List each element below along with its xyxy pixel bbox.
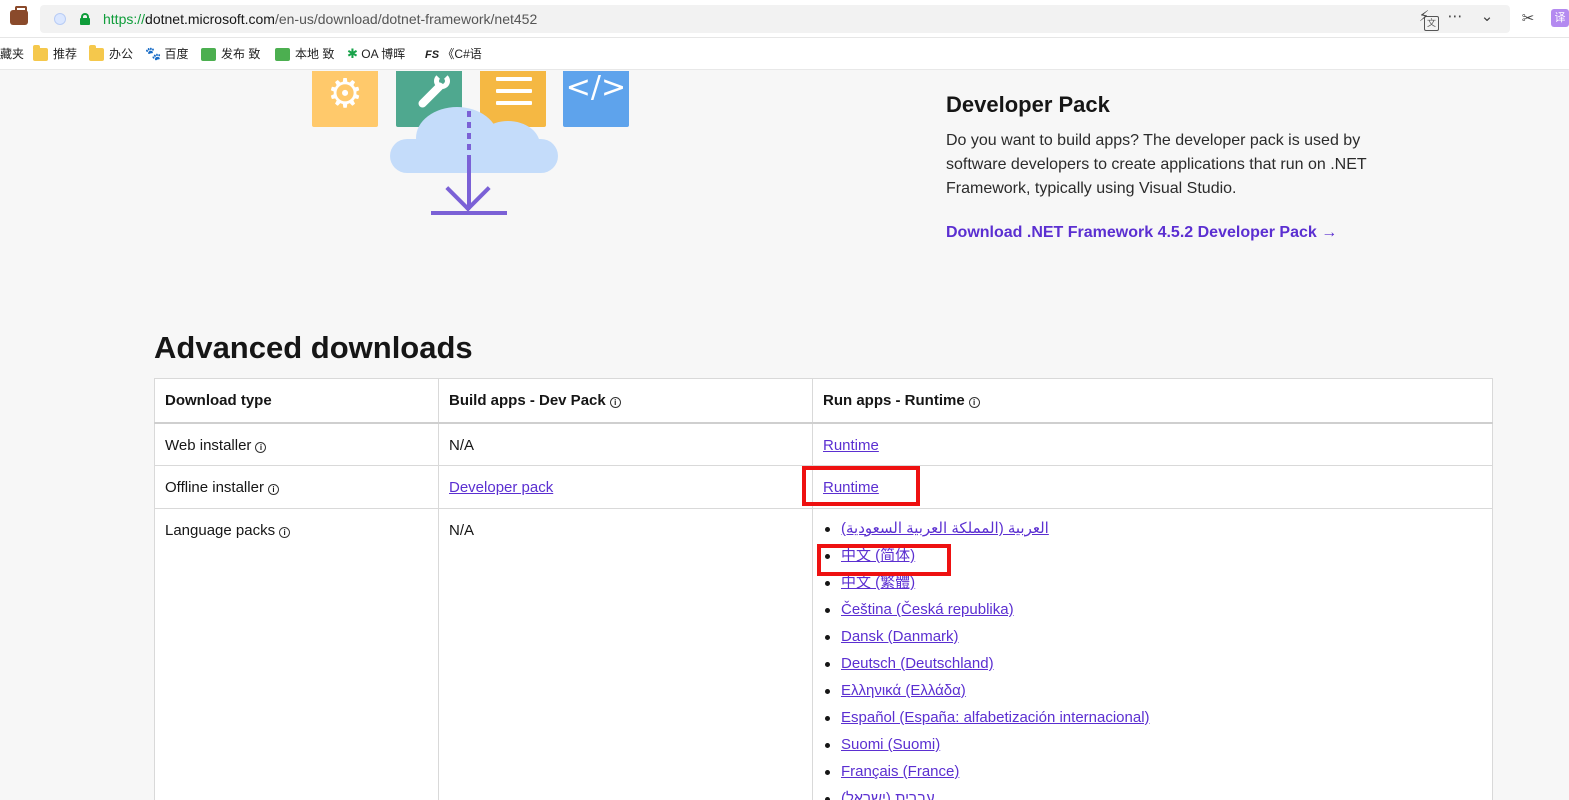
language-link-czech[interactable]: Čeština (Česká republika) bbox=[841, 601, 1014, 618]
row-web-installer-runtime: Runtime bbox=[812, 422, 1493, 466]
list-item: Français (France) bbox=[825, 762, 1482, 789]
list-item: العربية (المملكة العربية السعودية) bbox=[825, 519, 1482, 546]
header-dev-pack: Build apps - Dev Pack i bbox=[438, 378, 813, 424]
row-language-packs-runtime: العربية (المملكة العربية السعودية) 中文 (简… bbox=[812, 508, 1493, 800]
language-link-greek[interactable]: Ελληνικά (Ελλάδα) bbox=[841, 682, 966, 699]
row-offline-installer-runtime: Runtime bbox=[812, 465, 1493, 509]
list-item: 中文 (繁體) bbox=[825, 573, 1482, 600]
row-web-installer-dev: N/A bbox=[438, 422, 813, 466]
offline-runtime-link[interactable]: Runtime bbox=[823, 479, 879, 496]
lightning-icon[interactable]: ⚡ bbox=[1413, 6, 1435, 28]
list-item: Čeština (Česká republika) bbox=[825, 600, 1482, 627]
chevron-down-icon[interactable]: ⌄ bbox=[1476, 6, 1498, 28]
bookmark-office[interactable]: 办公 bbox=[89, 45, 133, 62]
gear-icon: ⚙ bbox=[327, 72, 363, 116]
download-arrow-icon bbox=[445, 166, 491, 212]
bookmark-csharp[interactable]: FS 《C#语 bbox=[425, 46, 482, 63]
language-link-spanish[interactable]: Español (España: alfabetización internac… bbox=[841, 709, 1150, 726]
folder-icon bbox=[33, 45, 48, 61]
language-link-finnish[interactable]: Suomi (Suomi) bbox=[841, 736, 940, 753]
web-installer-runtime-link[interactable]: Runtime bbox=[823, 437, 879, 454]
language-link-danish[interactable]: Dansk (Danmark) bbox=[841, 628, 959, 645]
row-offline-installer-type: Offline installer i bbox=[154, 465, 439, 509]
code-icon: </> bbox=[565, 71, 627, 105]
language-pack-list: العربية (المملكة العربية السعودية) 中文 (简… bbox=[823, 519, 1482, 800]
briefcase-icon[interactable] bbox=[10, 6, 28, 25]
developer-pack-section: Developer Pack Do you want to build apps… bbox=[946, 91, 1386, 245]
green-page-icon bbox=[201, 48, 216, 61]
language-link-hebrew[interactable]: עברית (ישראל) bbox=[841, 790, 935, 800]
bookmark-local[interactable]: 本地 致 bbox=[275, 46, 334, 62]
language-link-german[interactable]: Deutsch (Deutschland) bbox=[841, 655, 994, 672]
url-scheme: https:// bbox=[103, 11, 146, 27]
advanced-downloads-table: Download type Build apps - Dev Pack i Run… bbox=[154, 378, 1493, 800]
row-offline-installer-dev: Developer pack bbox=[438, 465, 813, 509]
developer-pack-description: Do you want to build apps? The developer… bbox=[946, 132, 1367, 197]
row-language-packs-type: Language packs i bbox=[154, 508, 439, 800]
list-item: Deutsch (Deutschland) bbox=[825, 654, 1482, 681]
info-icon[interactable]: i bbox=[255, 441, 267, 453]
list-item: עברית (ישראל) bbox=[825, 789, 1482, 800]
table-header-row: Download type Build apps - Dev Pack i Run… bbox=[154, 378, 1493, 424]
developer-pack-title: Developer Pack bbox=[946, 92, 1110, 117]
address-bar[interactable]: https://dotnet.microsoft.com/en-us/downl… bbox=[40, 5, 1510, 33]
language-link-chinese-simplified[interactable]: 中文 (简体) bbox=[841, 547, 915, 564]
language-link-chinese-traditional[interactable]: 中文 (繁體) bbox=[841, 574, 915, 591]
oa-icon: ✱ bbox=[347, 46, 358, 61]
baidu-paw-icon: 🐾 bbox=[145, 46, 162, 61]
list-item: Español (España: alfabetización internac… bbox=[825, 708, 1482, 735]
url-host: dotnet.microsoft.com bbox=[145, 11, 275, 27]
table-row: Language packs i N/A العربية (المملكة الع… bbox=[154, 508, 1493, 800]
site-info-icon[interactable] bbox=[54, 13, 66, 25]
more-icon[interactable]: ⋯ bbox=[1444, 6, 1466, 28]
info-icon[interactable]: i bbox=[279, 527, 291, 538]
lock-icon bbox=[80, 13, 90, 25]
list-item: Dansk (Danmark) bbox=[825, 627, 1482, 654]
table-row: Offline installer i Developer pack Runtim… bbox=[154, 465, 1493, 509]
info-icon[interactable]: i bbox=[267, 484, 279, 495]
bookmarks-bar: 藏夹 推荐 办公 🐾 百度 发布 致 本地 致 ✱ OA 博晖 FS 《C#语 bbox=[0, 38, 1569, 70]
bookmark-publish[interactable]: 发布 致 bbox=[201, 46, 260, 62]
browser-toolbar: https://dotnet.microsoft.com/en-us/downl… bbox=[0, 0, 1569, 38]
folder-icon bbox=[89, 45, 104, 61]
url-text[interactable]: https://dotnet.microsoft.com/en-us/downl… bbox=[103, 11, 537, 27]
bookmark-baidu[interactable]: 🐾 百度 bbox=[145, 46, 189, 62]
row-language-packs-dev: N/A bbox=[438, 508, 813, 800]
advanced-downloads-title: Advanced downloads bbox=[154, 330, 473, 365]
download-tray-line bbox=[431, 211, 507, 215]
info-icon[interactable]: i bbox=[968, 396, 980, 408]
developer-pack-illustration: ⚙ </> bbox=[300, 71, 640, 231]
cloud-icon bbox=[390, 101, 558, 173]
offline-developer-pack-link[interactable]: Developer pack bbox=[449, 479, 553, 496]
fs-icon: FS bbox=[425, 49, 440, 61]
url-path: /en-us/download/dotnet-framework/net452 bbox=[274, 11, 538, 27]
scissors-icon[interactable]: ✂ bbox=[1517, 8, 1539, 30]
list-item: 中文 (简体) bbox=[825, 546, 1482, 573]
table-row: Web installer i N/A Runtime bbox=[154, 422, 1493, 466]
header-download-type: Download type bbox=[154, 378, 439, 424]
list-item: Suomi (Suomi) bbox=[825, 735, 1482, 762]
row-web-installer-type: Web installer i bbox=[154, 422, 439, 466]
bookmark-recommended[interactable]: 推荐 bbox=[33, 45, 77, 62]
info-icon[interactable]: i bbox=[609, 396, 621, 408]
page-content: ⚙ </> Developer Pack Do you want to buil… bbox=[0, 71, 1569, 800]
green-page-icon bbox=[275, 48, 290, 61]
language-link-french[interactable]: Français (France) bbox=[841, 763, 959, 780]
translate-extension-icon[interactable]: 译 bbox=[1551, 9, 1569, 27]
download-developer-pack-link[interactable]: Download .NET Framework 4.5.2 Developer … bbox=[946, 221, 1386, 245]
bookmark-favorites[interactable]: 藏夹 bbox=[0, 46, 24, 62]
list-item: Ελληνικά (Ελλάδα) bbox=[825, 681, 1482, 708]
bookmark-oa[interactable]: ✱ OA 博晖 bbox=[347, 46, 405, 62]
language-link-arabic[interactable]: العربية (المملكة العربية السعودية) bbox=[841, 520, 1049, 537]
header-runtime: Run apps - Runtime i bbox=[812, 378, 1493, 424]
